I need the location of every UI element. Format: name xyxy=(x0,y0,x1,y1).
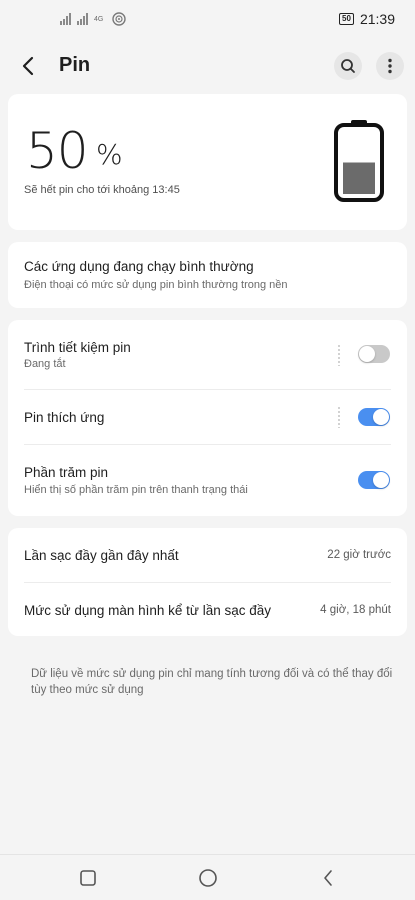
status-icons-right: 50 21:39 xyxy=(339,11,395,27)
system-navigation-bar xyxy=(0,854,415,900)
status-time: 21:39 xyxy=(359,11,395,27)
setting-title: Phần trăm pin xyxy=(24,465,109,480)
chevron-left-icon xyxy=(324,870,332,886)
usage-label: Mức sử dụng màn hình kể từ lần sạc đầy xyxy=(24,603,271,618)
usage-label: Lần sạc đầy gần đây nhất xyxy=(24,548,179,563)
battery-settings-screen: 4G 50 21:39 Pin 50 % Sẽ hết pin cho tới … xyxy=(0,0,415,900)
battery-summary-card: 50 % Sẽ hết pin cho tới khoảng 13:45 xyxy=(8,94,407,230)
battery-settings-card: Trình tiết kiệm pin Đang tắt Pin thích ứ… xyxy=(8,320,407,516)
battery-percent: 50 xyxy=(26,122,89,180)
wifi-hotspot-icon xyxy=(112,12,126,26)
battery-usage-card: Lần sạc đầy gần đây nhất 22 giờ trước Mứ… xyxy=(8,528,407,636)
battery-fill-level xyxy=(343,162,375,194)
setting-title: Pin thích ứng xyxy=(24,410,105,425)
battery-usage-footnote: Dữ liệu về mức sử dụng pin chỉ mang tính… xyxy=(31,668,393,696)
usage-value: 22 giờ trước xyxy=(327,549,391,561)
search-button[interactable] xyxy=(334,52,362,80)
divider xyxy=(24,444,391,445)
setting-title: Trình tiết kiệm pin xyxy=(24,340,131,355)
more-vertical-icon xyxy=(388,58,392,74)
divider xyxy=(24,582,391,583)
status-battery-icon: 50 xyxy=(339,13,354,25)
more-options-button[interactable] xyxy=(376,52,404,80)
battery-saver-toggle[interactable] xyxy=(358,345,390,363)
square-icon xyxy=(80,870,96,886)
adaptive-battery-toggle[interactable] xyxy=(358,408,390,426)
row-separator-dots xyxy=(338,344,340,366)
nav-back-button[interactable] xyxy=(315,865,341,891)
divider xyxy=(24,389,391,390)
page-title: Pin xyxy=(59,54,91,76)
battery-level-icon xyxy=(334,120,384,202)
home-button[interactable] xyxy=(195,865,221,891)
setting-subtitle: Hiển thị số phần trăm pin trên thanh trạ… xyxy=(24,484,248,496)
apps-status-subtitle: Điện thoại có mức sử dụng pin bình thườn… xyxy=(24,279,288,291)
apps-status-card[interactable]: Các ứng dụng đang chạy bình thường Điện … xyxy=(8,242,407,308)
setting-subtitle: Đang tắt xyxy=(24,358,66,370)
app-header: Pin xyxy=(0,42,415,90)
row-separator-dots xyxy=(338,406,340,428)
recent-apps-button[interactable] xyxy=(75,865,101,891)
battery-estimate: Sẽ hết pin cho tới khoảng 13:45 xyxy=(24,184,180,196)
battery-percent-sign: % xyxy=(96,138,123,171)
circle-icon xyxy=(199,869,217,887)
battery-percentage-toggle[interactable] xyxy=(358,471,390,489)
network-type-label: 4G xyxy=(94,15,104,23)
status-icons-left: 4G xyxy=(60,12,126,26)
chevron-left-icon xyxy=(22,56,34,76)
signal-strength-icon-sim2 xyxy=(77,13,88,25)
signal-strength-icon xyxy=(60,13,71,25)
apps-status-title: Các ứng dụng đang chạy bình thường xyxy=(24,259,254,274)
search-icon xyxy=(341,59,355,73)
usage-value: 4 giờ, 18 phút xyxy=(320,604,391,616)
back-button[interactable] xyxy=(14,52,42,80)
status-bar: 4G 50 21:39 xyxy=(0,0,415,38)
